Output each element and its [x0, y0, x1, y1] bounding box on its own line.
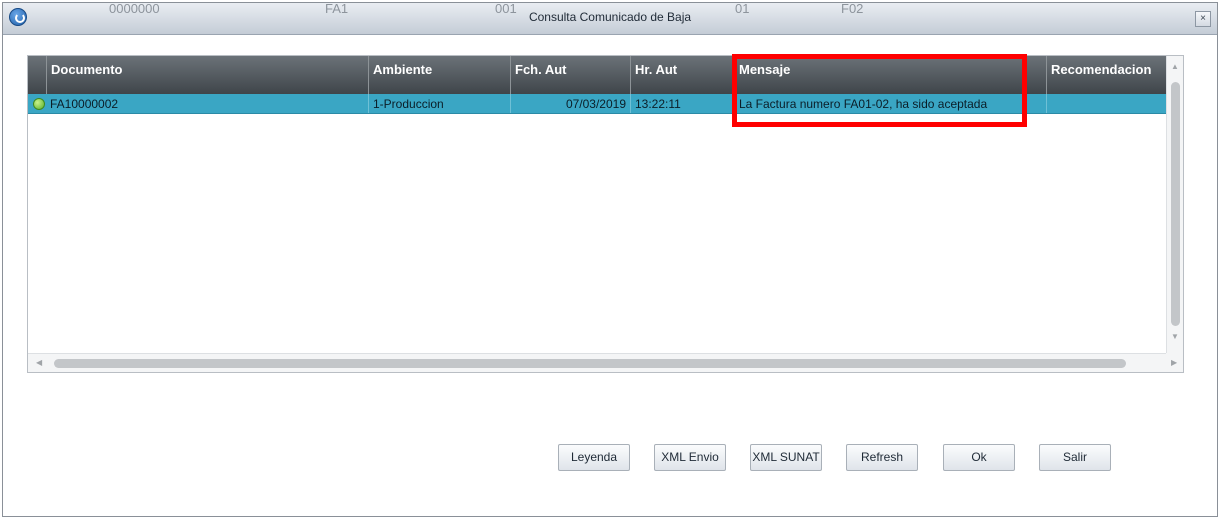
scroll-left-arrow-icon[interactable]: ◀ — [36, 358, 42, 367]
scroll-right-arrow-icon[interactable]: ▶ — [1171, 358, 1177, 367]
results-grid: Documento Ambiente Fch. Aut Hr. Aut Mens… — [27, 55, 1184, 373]
ok-button[interactable]: Ok — [943, 444, 1015, 471]
title-bar: 0000000 FA1 001 01 F02 Consulta Comunica… — [3, 1, 1217, 35]
refresh-button[interactable]: Refresh — [846, 444, 918, 471]
column-header-mensaje[interactable]: Mensaje — [734, 56, 1046, 94]
column-header-documento[interactable]: Documento — [46, 56, 368, 94]
cell-ambiente[interactable]: 1-Produccion — [368, 94, 510, 113]
xml-envio-button[interactable]: XML Envio — [654, 444, 726, 471]
cell-recomendacion[interactable] — [1046, 94, 1168, 113]
scroll-up-arrow-icon[interactable]: ▲ — [1171, 62, 1179, 71]
vertical-scroll-thumb[interactable] — [1171, 82, 1180, 326]
cell-hr-aut[interactable]: 13:22:11 — [630, 94, 734, 113]
dialog-window: 0000000 FA1 001 01 F02 Consulta Comunica… — [2, 1, 1218, 517]
salir-button[interactable]: Salir — [1039, 444, 1111, 471]
cell-fch-aut[interactable]: 07/03/2019 — [510, 94, 630, 113]
cell-mensaje[interactable]: La Factura numero FA01-02, ha sido acept… — [734, 94, 1046, 113]
status-cell — [28, 94, 46, 113]
leyenda-button[interactable]: Leyenda — [558, 444, 630, 471]
cell-documento[interactable]: FA10000002 — [46, 94, 368, 113]
xml-sunat-button[interactable]: XML SUNAT — [750, 444, 822, 471]
horizontal-scrollbar[interactable]: ◀ — [28, 353, 1168, 372]
table-row[interactable]: FA10000002 1-Produccion 07/03/2019 13:22… — [28, 94, 1168, 114]
status-green-icon — [33, 98, 45, 110]
scrollbar-corner: ▶ — [1166, 353, 1183, 372]
column-header-hr-aut[interactable]: Hr. Aut — [630, 56, 734, 94]
scroll-down-arrow-icon[interactable]: ▼ — [1171, 332, 1179, 341]
grid-header: Documento Ambiente Fch. Aut Hr. Aut Mens… — [28, 56, 1168, 94]
horizontal-scroll-thumb[interactable] — [54, 359, 1126, 368]
header-status-col — [28, 56, 46, 94]
column-header-recomendacion[interactable]: Recomendacion — [1046, 56, 1168, 94]
column-header-ambiente[interactable]: Ambiente — [368, 56, 510, 94]
close-button[interactable]: × — [1195, 11, 1211, 27]
window-title: Consulta Comunicado de Baja — [528, 10, 692, 24]
column-header-fch-aut[interactable]: Fch. Aut — [510, 56, 630, 94]
vertical-scrollbar[interactable]: ▲ ▼ — [1166, 56, 1183, 353]
